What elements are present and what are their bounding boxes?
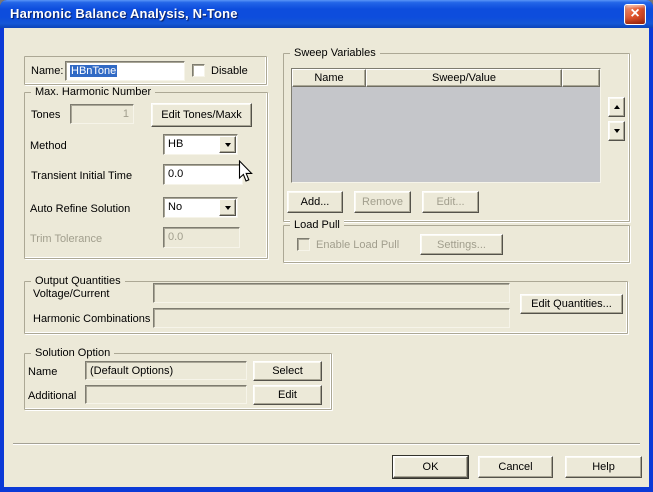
edit-button: Edit... (422, 191, 479, 213)
edit-tones-button[interactable]: Edit Tones/Maxk (151, 103, 252, 127)
remove-button: Remove (354, 191, 411, 213)
trim-tolerance-field: 0.0 (163, 227, 240, 248)
tones-field: 1 (70, 104, 134, 124)
auto-refine-value: No (168, 201, 182, 214)
additional-field (85, 385, 247, 404)
footer-separator (13, 443, 640, 445)
ok-button[interactable]: OK (393, 456, 468, 478)
name-input-selected-text: HBnTone (70, 65, 117, 77)
method-value: HB (168, 138, 183, 151)
auto-refine-dropdown-button[interactable] (219, 199, 236, 216)
sweep-variables-table-header: Name Sweep/Value (292, 69, 600, 87)
titlebar[interactable]: Harmonic Balance Analysis, N-Tone × (0, 0, 653, 28)
add-button[interactable]: Add... (287, 191, 343, 213)
dialog-window: Harmonic Balance Analysis, N-Tone × Name… (0, 0, 653, 492)
auto-refine-combobox[interactable]: No (163, 197, 238, 218)
enable-load-pull-checkbox (297, 238, 310, 251)
help-button[interactable]: Help (565, 456, 642, 478)
column-header-name[interactable]: Name (292, 69, 366, 87)
enable-load-pull-label: Enable Load Pull (316, 239, 399, 252)
method-label: Method (30, 140, 67, 153)
trim-tolerance-label: Trim Tolerance (30, 233, 102, 246)
select-button[interactable]: Select (253, 361, 322, 381)
auto-refine-label: Auto Refine Solution (30, 203, 130, 216)
harmonic-combinations-field (153, 308, 510, 328)
method-combobox[interactable]: HB (163, 134, 238, 155)
arrow-down-icon (614, 129, 620, 133)
solution-edit-button[interactable]: Edit (253, 385, 322, 405)
transient-initial-time-field[interactable]: 0.0 (163, 164, 243, 185)
arrow-up-icon (614, 105, 620, 109)
disable-checkbox[interactable] (192, 64, 205, 77)
tones-label: Tones (31, 109, 60, 122)
chevron-down-icon (225, 143, 231, 147)
load-pull-group-title: Load Pull (290, 219, 344, 232)
close-button[interactable]: × (624, 4, 646, 25)
sweep-variables-group-title: Sweep Variables (290, 47, 380, 60)
harmonic-combinations-label: Harmonic Combinations (33, 313, 150, 326)
close-icon: × (630, 6, 639, 22)
chevron-down-icon (225, 206, 231, 210)
sweep-variables-list[interactable] (292, 87, 600, 182)
method-dropdown-button[interactable] (219, 136, 236, 153)
name-input[interactable]: HBnTone (65, 61, 185, 81)
column-header-sweep-value[interactable]: Sweep/Value (366, 69, 562, 87)
transient-initial-time-label: Transient Initial Time (31, 170, 132, 183)
voltage-current-label: Voltage/Current (33, 288, 109, 301)
additional-label: Additional (28, 390, 76, 403)
max-harmonic-group-title: Max. Harmonic Number (31, 86, 155, 99)
solution-name-label: Name (28, 366, 57, 379)
move-down-button[interactable] (608, 121, 625, 141)
cancel-button[interactable]: Cancel (478, 456, 553, 478)
move-up-button[interactable] (608, 97, 625, 117)
column-header-blank (562, 69, 600, 87)
solution-option-group-title: Solution Option (31, 347, 114, 360)
sweep-variables-table: Name Sweep/Value (291, 68, 601, 183)
name-label: Name: (31, 65, 63, 78)
window-title: Harmonic Balance Analysis, N-Tone (10, 6, 238, 21)
solution-name-field: (Default Options) (85, 361, 247, 380)
edit-quantities-button[interactable]: Edit Quantities... (520, 294, 623, 314)
output-quantities-group-title: Output Quantities (31, 275, 125, 288)
voltage-current-field (153, 283, 510, 303)
settings-button: Settings... (420, 234, 503, 255)
disable-label: Disable (211, 65, 248, 78)
